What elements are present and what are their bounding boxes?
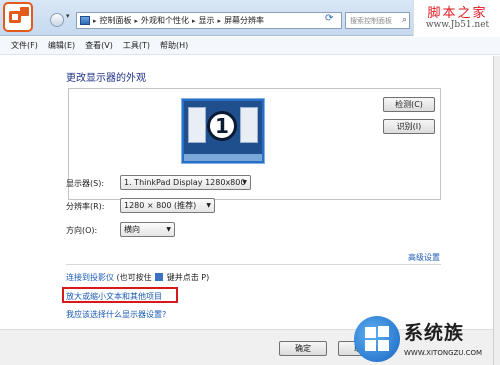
windows-logo-icon: [354, 316, 400, 362]
watermark-url: www.Jb51.net: [425, 20, 490, 30]
chevron-right-icon[interactable]: ▸: [135, 17, 139, 25]
chevron-down-icon: ▼: [206, 202, 211, 209]
chevron-down-icon: ▼: [242, 179, 247, 186]
watermark-brand: 系统族: [404, 322, 465, 344]
search-icon[interactable]: ⌕: [402, 15, 407, 25]
breadcrumb[interactable]: ▸ 控制面板 ▸ 外观和个性化 ▸ 显示 ▸ 屏幕分辨率: [76, 12, 342, 29]
breadcrumb-screen-resolution[interactable]: 屏幕分辨率: [224, 15, 264, 26]
menu-edit[interactable]: 编辑(E): [48, 40, 75, 51]
resolution-label: 分辨率(R):: [66, 202, 105, 211]
address-bar: ▾ ▸ 控制面板 ▸ 外观和个性化 ▸ 显示 ▸ 屏幕分辨率 ⟳ 搜索控制面板 …: [0, 0, 500, 36]
display-select-value: 1. ThinkPad Display 1280x800: [124, 178, 246, 187]
breadcrumb-appearance[interactable]: 外观和个性化: [141, 15, 189, 26]
page-title: 更改显示器的外观: [66, 73, 146, 84]
enlarge-text-link[interactable]: 放大或缩小文本和其他项目: [66, 291, 162, 302]
monitor-number: 1: [207, 111, 237, 141]
breadcrumb-display[interactable]: 显示: [199, 15, 215, 26]
connect-projector-link[interactable]: 连接到投影仪: [66, 273, 114, 282]
monitor-icon[interactable]: 1: [182, 99, 264, 163]
watermark-site: WWW.XITONGZU.COM: [404, 349, 483, 357]
resolution-select[interactable]: 1280 × 800 (推荐) ▼: [120, 198, 215, 213]
advanced-settings-link[interactable]: 高级设置: [408, 252, 440, 263]
search-input[interactable]: 搜索控制面板 ⌕: [345, 12, 410, 29]
display-select[interactable]: 1. ThinkPad Display 1280x800 ▼: [120, 175, 251, 190]
projector-row: 连接到投影仪 (也可按住 键并点击 P): [66, 272, 209, 283]
identify-button[interactable]: 识别(I): [383, 119, 435, 134]
watermark-bottom: 系统族 WWW.XITONGZU.COM: [342, 312, 500, 365]
control-panel-icon: [80, 16, 90, 25]
menu-help[interactable]: 帮助(H): [160, 40, 188, 51]
projector-note-prefix: (也可按住: [116, 273, 152, 282]
divider: [66, 264, 441, 265]
orientation-select-value: 横向: [124, 225, 140, 234]
watermark-top: 脚本之家 www.Jb51.net: [413, 0, 500, 36]
refresh-icon[interactable]: ⟳: [325, 13, 333, 24]
recent-pages-dropdown[interactable]: ▾: [66, 12, 74, 26]
orientation-select[interactable]: 横向 ▼: [120, 222, 175, 237]
breadcrumb-control-panel[interactable]: 控制面板: [100, 15, 132, 26]
ok-button[interactable]: 确定: [279, 341, 327, 356]
resolution-select-value: 1280 × 800 (推荐): [124, 201, 197, 210]
app-logo-icon: [3, 2, 33, 32]
which-settings-link[interactable]: 我应该选择什么显示器设置?: [66, 309, 166, 320]
menu-view[interactable]: 查看(V): [85, 40, 113, 51]
display-label: 显示器(S):: [66, 179, 105, 188]
projector-note-suffix: 键并点击 P): [166, 273, 210, 282]
search-placeholder: 搜索控制面板: [350, 17, 392, 25]
chevron-right-icon[interactable]: ▸: [93, 17, 97, 25]
watermark-title: 脚本之家: [427, 6, 488, 21]
menu-bar: 文件(F) 编辑(E) 查看(V) 工具(T) 帮助(H): [0, 37, 500, 55]
detect-button[interactable]: 检测(C): [383, 97, 435, 112]
chevron-down-icon: ▼: [166, 226, 171, 233]
chevron-right-icon[interactable]: ▸: [218, 17, 222, 25]
menu-tools[interactable]: 工具(T): [123, 40, 150, 51]
windows-key-icon: [155, 273, 164, 281]
menu-file[interactable]: 文件(F): [11, 40, 38, 51]
chevron-right-icon[interactable]: ▸: [192, 17, 196, 25]
forward-button[interactable]: [50, 13, 64, 27]
orientation-label: 方向(O):: [66, 226, 98, 235]
